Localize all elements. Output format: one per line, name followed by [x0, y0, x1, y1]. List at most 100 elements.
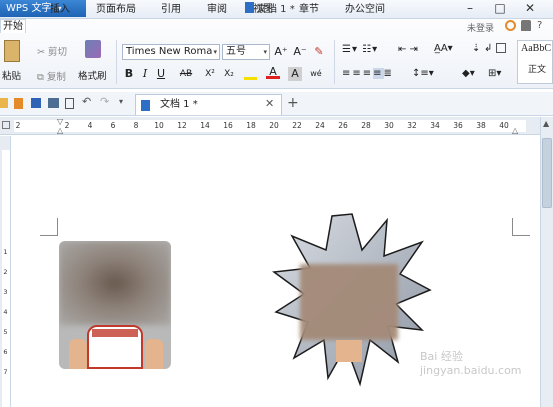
underline-button[interactable]: U [154, 67, 168, 81]
ruler-number: 40 [499, 121, 509, 130]
margin-corner-marker [40, 218, 58, 236]
ruler-number: 34 [430, 121, 440, 130]
copy-button[interactable]: ⧉ 复制 [37, 69, 66, 83]
font-size-select[interactable]: 五号 ▾ [222, 44, 270, 60]
ruler-number: 36 [453, 121, 463, 130]
ruler-number: 20 [269, 121, 279, 130]
help-icon[interactable]: ? [537, 20, 542, 31]
style-gallery[interactable]: AaBbC 正文 [517, 40, 553, 84]
bold-button[interactable]: B [122, 67, 136, 81]
doc-icon [245, 2, 254, 13]
menu-item-review[interactable]: 审阅 [207, 1, 227, 19]
vruler-number: 6 [3, 348, 8, 356]
shirt-icon[interactable] [521, 20, 531, 31]
ruler-number: 22 [292, 121, 302, 130]
arm-illustration [145, 339, 163, 369]
sort-button[interactable]: ⇣ [472, 43, 480, 54]
maximize-button[interactable]: □ [492, 0, 508, 17]
style-label: 正文 [528, 65, 547, 75]
print-icon[interactable] [48, 98, 59, 108]
clear-format-icon[interactable]: ✎ [312, 45, 326, 59]
close-tab-icon[interactable]: ✕ [265, 97, 274, 110]
blurred-face [59, 241, 171, 325]
line-spacing-button[interactable]: ↕≡▾ [412, 68, 434, 79]
right-indent-marker[interactable]: △ [512, 127, 518, 135]
menu-item-office-space[interactable]: 办公空间 [345, 1, 385, 19]
ruler-number: 12 [177, 121, 187, 130]
italic-button[interactable]: I [138, 67, 152, 81]
refresh-icon[interactable] [505, 20, 516, 31]
document-title-text: 文档 1 * [257, 4, 295, 15]
borders-button[interactable]: ⊞▾ [488, 68, 501, 79]
open-icon[interactable] [14, 98, 23, 109]
asian-layout-button[interactable]: A̲A▾ [434, 43, 453, 54]
tab-stop-selector[interactable] [2, 121, 10, 129]
watermark: Bai 经验 jingyan.baidu.com [420, 350, 522, 377]
ruler-number: 24 [315, 121, 325, 130]
format-painter-button[interactable]: 格式刷 [78, 68, 107, 82]
superscript-button[interactable]: X² [203, 67, 217, 81]
document-title: 文档 1 * [245, 1, 295, 19]
scrollbar-thumb[interactable] [542, 138, 552, 208]
ruler-number: 16 [223, 121, 233, 130]
phonetic-guide-button[interactable]: wé [309, 67, 323, 81]
highlight-icon[interactable] [244, 68, 257, 80]
menu-item-insert[interactable]: 插入 [50, 1, 70, 19]
minimize-button[interactable]: – [462, 0, 478, 17]
arm-illustration [69, 339, 87, 369]
font-size-value: 五号 [226, 46, 246, 57]
ruler-number: 8 [133, 121, 139, 130]
ruler-number: 28 [361, 121, 371, 130]
table-icon[interactable] [496, 43, 506, 53]
font-color-button[interactable]: A [266, 65, 280, 79]
blurred-face [300, 264, 398, 340]
subscript-button[interactable]: X₂ [222, 67, 236, 81]
menu-item-section[interactable]: 章节 [299, 1, 319, 19]
vruler-number: 5 [3, 328, 8, 336]
scissors-icon: ✂ [37, 47, 48, 58]
grow-font-button[interactable]: A⁺ [274, 45, 288, 59]
folder-icon[interactable] [0, 98, 8, 108]
divider [334, 40, 335, 84]
save-icon[interactable] [31, 98, 41, 108]
ruler-number: 32 [407, 121, 417, 130]
new-tab-icon[interactable]: + [287, 95, 299, 111]
tab-document[interactable]: 文档 1 * [135, 94, 282, 115]
char-shading-button[interactable]: A [288, 67, 302, 81]
font-name-select[interactable]: Times New Roma ▾ [122, 44, 220, 60]
shading-button[interactable]: ◆▾ [462, 68, 475, 79]
ruler-number: 2 [15, 121, 21, 130]
app-menu-button[interactable]: WPS 文字 ▾ [0, 0, 86, 17]
alignment-buttons[interactable]: ≡≡≡≡≣ [342, 68, 394, 79]
quick-access-dropdown[interactable]: ▾ [119, 97, 123, 106]
ruler-number: 10 [154, 121, 164, 130]
tab-home[interactable]: 开始 [0, 19, 26, 33]
ruler-number: 4 [87, 121, 93, 130]
undo-icon[interactable]: ↶ [82, 95, 91, 108]
arm-illustration [336, 340, 362, 362]
indent-buttons[interactable]: ⇤ ⇥ [398, 44, 418, 55]
ruler-number: 6 [110, 121, 116, 130]
format-painter-icon[interactable] [85, 40, 101, 58]
menu-item-page-layout[interactable]: 页面布局 [96, 1, 136, 19]
paste-button-label[interactable]: 粘贴 [2, 68, 21, 82]
cut-button[interactable]: ✂ 剪切 [37, 44, 67, 58]
vruler-number: 3 [3, 288, 8, 296]
list-buttons[interactable]: ☰▾ ☷▾ [342, 44, 378, 55]
paste-icon[interactable] [4, 40, 20, 62]
strikethrough-button[interactable]: AB [175, 67, 197, 81]
scroll-up-icon[interactable]: ▲ [543, 119, 549, 128]
portrait-image-rounded[interactable] [59, 241, 171, 369]
portrait-image-starburst[interactable] [272, 212, 432, 392]
ruler-number: 14 [200, 121, 210, 130]
vruler-number: 7 [3, 368, 8, 376]
shrink-font-button[interactable]: A⁻ [293, 45, 307, 59]
show-marks-button[interactable]: ↲ [484, 43, 492, 54]
menu-item-references[interactable]: 引用 [161, 1, 181, 19]
chevron-down-icon: ▾ [213, 48, 217, 56]
print-preview-icon[interactable] [65, 98, 74, 109]
login-status[interactable]: 未登录 [467, 21, 494, 34]
divider [116, 40, 117, 84]
redo-icon[interactable]: ↷ [100, 95, 109, 108]
close-button[interactable]: ✕ [522, 0, 538, 17]
